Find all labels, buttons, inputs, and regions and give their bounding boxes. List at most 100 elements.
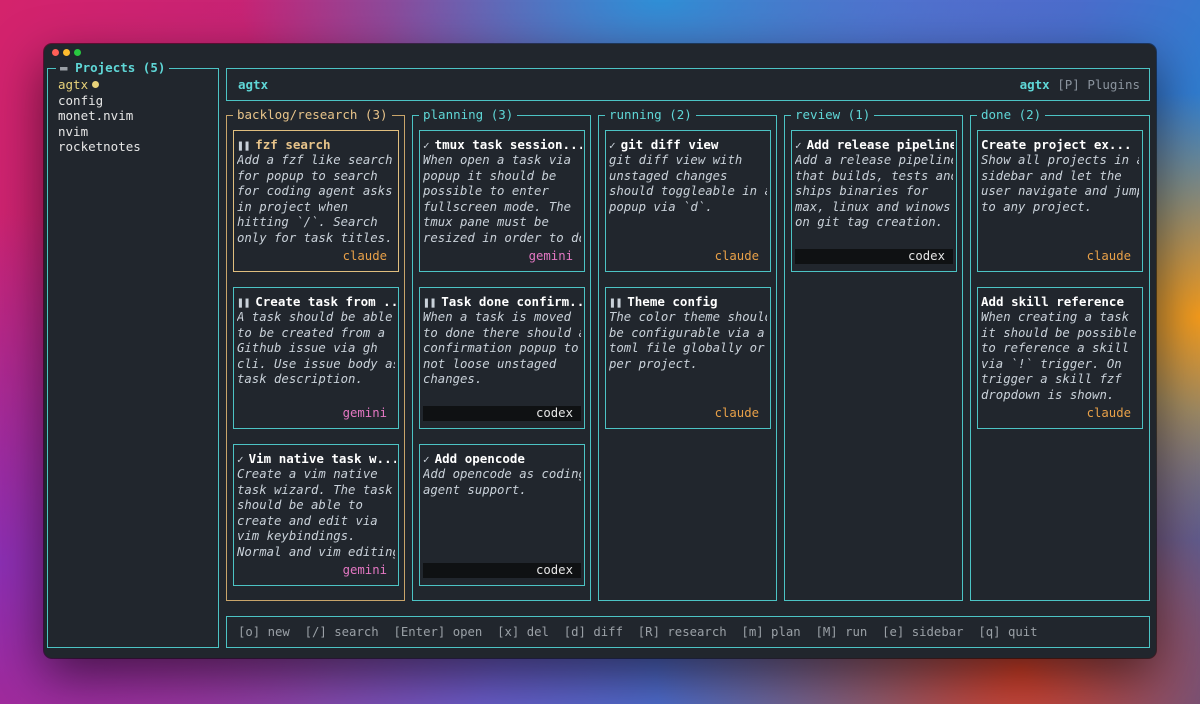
task-title-text: git diff view (620, 137, 719, 152)
column-running: running (2) ✓ git diff view git diff view… (598, 107, 777, 601)
task-card[interactable]: ❚❚ Task done confirm... When a task is mo… (419, 287, 585, 429)
task-card[interactable]: Create project ex... Show all projects i… (977, 130, 1143, 272)
sidebar-title-text: Projects (5) (75, 60, 166, 75)
check-icon: ✓ (795, 139, 802, 152)
project-item-config[interactable]: config (58, 93, 141, 109)
pause-icon: ❚❚ (609, 296, 623, 309)
agent-badge: gemini (528, 249, 573, 263)
agent-badge: claude (342, 249, 387, 263)
task-title: Create project ex... (981, 137, 1132, 152)
check-icon: ✓ (609, 139, 616, 152)
column-title: backlog/research (3) (233, 107, 392, 123)
project-label: nvim (58, 123, 89, 139)
check-icon: ✓ (423, 453, 430, 466)
maximize-button[interactable] (74, 49, 81, 56)
pause-icon: ❚❚ (423, 296, 437, 309)
task-description: Add opencode as coding agent support. (423, 467, 581, 497)
project-label: config (58, 92, 104, 108)
task-title: ❚❚ Create task from ... (237, 294, 396, 310)
task-card[interactable]: ✓ Add opencode Add opencode as coding age… (419, 444, 585, 586)
task-title: ❚❚ Task done confirm... (423, 294, 582, 310)
task-description: Show all projects in a sidebar and let t… (981, 153, 1139, 214)
task-title-text: Create task from ... (255, 294, 396, 309)
header-right: agtx [P] Plugins (1020, 77, 1140, 92)
header-project-name: agtx (1019, 77, 1050, 92)
task-card[interactable]: ❚❚ fzf search Add a fzf like search for p… (233, 130, 399, 272)
task-card[interactable]: Add skill reference When creating a task… (977, 287, 1143, 429)
project-item-agtx[interactable]: agtx (58, 77, 141, 93)
minimize-button[interactable] (63, 49, 70, 56)
column-title: done (2) (977, 107, 1046, 123)
check-icon: ✓ (237, 453, 244, 466)
project-label: rocketnotes (58, 139, 141, 155)
task-title: ✓ Vim native task w... (237, 451, 396, 467)
task-description: When creating a task it should be possib… (981, 310, 1137, 402)
task-title-text: Theme config (627, 294, 718, 309)
agent-badge: codex (795, 249, 953, 264)
project-label: monet.nvim (58, 108, 134, 124)
agent-badge: claude (714, 406, 759, 420)
task-card[interactable]: ✓ tmux task session... When open a task v… (419, 130, 585, 272)
task-description: The color theme should be configurable v… (609, 310, 767, 371)
pause-icon: ❚❚ (237, 296, 251, 309)
column-title: planning (3) (419, 107, 518, 123)
keybinding-hints: [o] new [/] search [Enter] open [x] del … (238, 625, 1038, 639)
task-description: When a task is moved to done there shoul… (423, 310, 581, 387)
task-description: Add a release pipeline that builds, test… (795, 153, 953, 230)
task-description: Add a fzf like search for popup to searc… (237, 153, 393, 245)
task-description: When open a task via popup it should be … (423, 153, 581, 245)
task-title-text: Add release pipeline (806, 137, 954, 152)
page-title: agtx (238, 77, 269, 92)
task-card[interactable]: ✓ Vim native task w... Create a vim nativ… (233, 444, 399, 586)
column-title: review (1) (791, 107, 875, 123)
folder-icon: ▬ (60, 60, 68, 75)
task-title: ✓ tmux task session... (423, 137, 582, 153)
task-title: ✓ git diff view (609, 137, 768, 153)
close-button[interactable] (52, 49, 59, 56)
terminal-window: ▬ Projects (5) agtx config monet.nvim nv… (44, 44, 1156, 658)
plugins-label[interactable]: Plugins (1087, 77, 1140, 92)
agent-badge: gemini (342, 406, 387, 420)
column-planning: planning (3) ✓ tmux task session... When … (412, 107, 591, 601)
project-item-rocketnotes[interactable]: rocketnotes (58, 139, 141, 155)
keybindings-footer: [o] new [/] search [Enter] open [x] del … (226, 616, 1150, 648)
task-title: ❚❚ fzf search (237, 137, 396, 153)
active-indicator-icon (92, 81, 100, 88)
task-card[interactable]: ✓ Add release pipeline Add a release pipe… (791, 130, 957, 272)
project-item-nvim[interactable]: nvim (58, 124, 141, 140)
projects-sidebar: ▬ Projects (5) agtx config monet.nvim nv… (47, 60, 219, 648)
task-card[interactable]: ❚❚ Theme config The color theme should be… (605, 287, 771, 429)
agent-badge: claude (1086, 406, 1131, 420)
task-title-text: Add opencode (434, 451, 525, 466)
agent-badge: codex (423, 563, 581, 578)
task-description: Create a vim native task wizard. The tas… (237, 467, 395, 559)
check-icon: ✓ (423, 139, 430, 152)
agent-badge: gemini (342, 563, 387, 577)
column-done: done (2) Create project ex... Show all p… (970, 107, 1150, 601)
task-title: Add skill reference (981, 294, 1124, 309)
agent-badge: codex (423, 406, 581, 421)
project-list: agtx config monet.nvim nvim rocketnotes (58, 77, 141, 155)
task-description: A task should be able to be created from… (237, 310, 395, 387)
task-title-text: Vim native task w... (248, 451, 396, 466)
plugins-shortcut[interactable]: [P] (1057, 77, 1080, 92)
sidebar-title: ▬ Projects (5) (56, 60, 170, 76)
task-card[interactable]: ✓ git diff view git diff view with unstag… (605, 130, 771, 272)
column-title: running (2) (605, 107, 696, 123)
column-review: review (1) ✓ Add release pipeline Add a r… (784, 107, 963, 601)
task-title-text: Task done confirm... (441, 294, 582, 309)
task-title-text: tmux task session... (434, 137, 582, 152)
header-bar: agtx agtx [P] Plugins (226, 68, 1150, 101)
project-label: agtx (58, 77, 89, 92)
window-controls (52, 49, 81, 56)
column-backlog-research: backlog/research (3) ❚❚ fzf search Add a … (226, 107, 405, 601)
task-card[interactable]: ❚❚ Create task from ... A task should be … (233, 287, 399, 429)
task-title: ✓ Add release pipeline (795, 137, 954, 153)
pause-icon: ❚❚ (237, 139, 251, 152)
task-title: ✓ Add opencode (423, 451, 582, 467)
agent-badge: claude (714, 249, 759, 263)
project-item-monet-nvim[interactable]: monet.nvim (58, 108, 141, 124)
task-description: git diff view with unstaged changes shou… (609, 153, 767, 214)
task-title-text: fzf search (255, 137, 331, 152)
task-title: ❚❚ Theme config (609, 294, 768, 310)
